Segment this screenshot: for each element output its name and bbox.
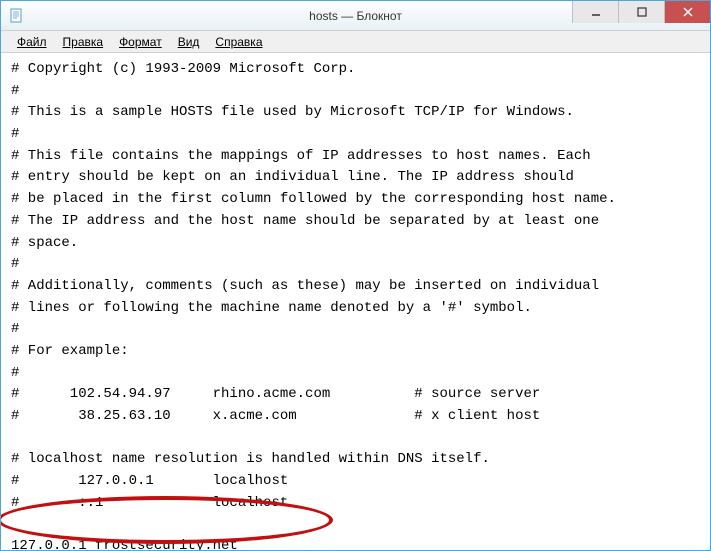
text-line: # This file contains the mappings of IP …	[11, 148, 591, 164]
text-line: # Additionally, comments (such as these)…	[11, 278, 599, 294]
text-line: # 127.0.0.1 localhost	[11, 473, 288, 489]
text-line: # This is a sample HOSTS file used by Mi…	[11, 104, 574, 120]
text-line: # ::1 localhost	[11, 495, 288, 511]
menu-file[interactable]: Файл	[9, 33, 55, 51]
text-line: 127.0.0.1 frostsecurity.net	[11, 538, 238, 550]
close-button[interactable]	[664, 1, 710, 23]
text-line: # For example:	[11, 343, 129, 359]
text-line: # 102.54.94.97 rhino.acme.com # source s…	[11, 386, 540, 402]
text-line: # space.	[11, 235, 78, 251]
notepad-icon	[9, 8, 25, 24]
text-line: # Copyright (c) 1993-2009 Microsoft Corp…	[11, 61, 355, 77]
text-line: # lines or following the machine name de…	[11, 300, 532, 316]
text-line: # localhost name resolution is handled w…	[11, 451, 490, 467]
text-line: #	[11, 321, 19, 337]
menu-help[interactable]: Справка	[207, 33, 270, 51]
maximize-button[interactable]	[618, 1, 664, 23]
menu-format[interactable]: Формат	[111, 33, 170, 51]
text-line: # 38.25.63.10 x.acme.com # x client host	[11, 408, 540, 424]
text-line: # be placed in the first column followed…	[11, 191, 616, 207]
minimize-button[interactable]	[572, 1, 618, 23]
window-title: hosts — Блокнот	[309, 9, 402, 23]
menubar: Файл Правка Формат Вид Справка	[1, 31, 710, 53]
menu-edit[interactable]: Правка	[55, 33, 112, 51]
notepad-window: hosts — Блокнот Файл Правка Формат Вид С…	[0, 0, 711, 551]
menu-view[interactable]: Вид	[170, 33, 208, 51]
text-line: # entry should be kept on an individual …	[11, 169, 574, 185]
text-line: #	[11, 365, 19, 381]
text-line: # The IP address and the host name shoul…	[11, 213, 599, 229]
text-editor-area[interactable]: # Copyright (c) 1993-2009 Microsoft Corp…	[1, 53, 710, 550]
window-controls	[572, 1, 710, 23]
text-line: #	[11, 256, 19, 272]
text-line: #	[11, 83, 19, 99]
titlebar[interactable]: hosts — Блокнот	[1, 1, 710, 31]
text-line: #	[11, 126, 19, 142]
